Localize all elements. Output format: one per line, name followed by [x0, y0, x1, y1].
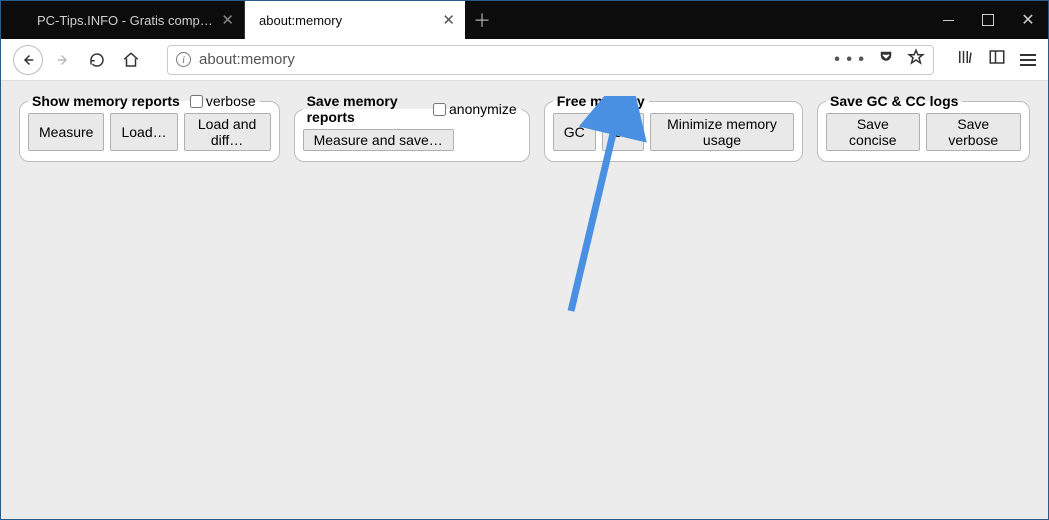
- page-actions-icon[interactable]: • • •: [834, 51, 865, 69]
- free-memory-legend-text: Free memory: [557, 93, 645, 109]
- nav-toolbar: i about:memory • • •: [1, 39, 1048, 81]
- free-memory-section: Free memory GC CC Minimize memory usage: [544, 93, 803, 162]
- verbose-checkbox-label[interactable]: verbose: [190, 93, 256, 109]
- load-button[interactable]: Load…: [110, 113, 177, 151]
- anonymize-checkbox[interactable]: [433, 103, 446, 116]
- verbose-label-text: verbose: [206, 93, 256, 109]
- urlbar-actions: • • •: [834, 48, 925, 71]
- save-memory-legend: Save memory reports anonymize: [303, 93, 521, 125]
- window-close-button[interactable]: ✕: [1008, 1, 1048, 39]
- show-memory-legend-text: Show memory reports: [32, 93, 180, 109]
- anonymize-checkbox-label[interactable]: anonymize: [433, 101, 517, 117]
- page-content: Show memory reports verbose Measure Load…: [1, 81, 1048, 519]
- home-icon: [122, 51, 140, 69]
- url-bar[interactable]: i about:memory • • •: [167, 45, 934, 75]
- tab-active-title: about:memory: [259, 13, 434, 28]
- arrow-left-icon: [19, 51, 37, 69]
- save-memory-section: Save memory reports anonymize Measure an…: [294, 93, 530, 162]
- tab-inactive[interactable]: PC-Tips.INFO - Gratis computer tip… ✕: [25, 1, 245, 39]
- save-verbose-button[interactable]: Save verbose: [926, 113, 1021, 151]
- site-info-icon[interactable]: i: [176, 52, 191, 67]
- minimize-memory-button[interactable]: Minimize memory usage: [650, 113, 794, 151]
- library-icon[interactable]: [956, 48, 974, 71]
- free-memory-legend: Free memory: [553, 93, 649, 109]
- window-controls: ✕: [928, 1, 1048, 39]
- close-tab-icon[interactable]: ✕: [221, 11, 234, 29]
- back-button[interactable]: [13, 45, 43, 75]
- anonymize-label-text: anonymize: [449, 101, 517, 117]
- new-tab-button[interactable]: ＋: [465, 1, 499, 39]
- home-button[interactable]: [117, 46, 145, 74]
- tab-active[interactable]: about:memory ✕: [245, 1, 465, 39]
- save-logs-legend-text: Save GC & CC logs: [830, 93, 958, 109]
- window-maximize-button[interactable]: [968, 1, 1008, 39]
- measure-button[interactable]: Measure: [28, 113, 104, 151]
- save-concise-button[interactable]: Save concise: [826, 113, 919, 151]
- url-text: about:memory: [199, 51, 826, 68]
- menu-button[interactable]: [1020, 54, 1036, 66]
- sidebar-icon[interactable]: [988, 48, 1006, 71]
- forward-button[interactable]: [49, 46, 77, 74]
- show-memory-section: Show memory reports verbose Measure Load…: [19, 93, 280, 162]
- tab-ghost-space: [1, 1, 25, 17]
- bookmark-star-icon[interactable]: [907, 48, 925, 71]
- window-minimize-button[interactable]: [928, 1, 968, 39]
- close-tab-icon[interactable]: ✕: [442, 11, 455, 29]
- save-memory-legend-text: Save memory reports: [307, 93, 423, 125]
- tab-strip: PC-Tips.INFO - Gratis computer tip… ✕ ab…: [1, 1, 1048, 39]
- pocket-icon[interactable]: [877, 48, 895, 71]
- gc-button[interactable]: GC: [553, 113, 596, 151]
- verbose-checkbox[interactable]: [190, 95, 203, 108]
- toolbar-right: [956, 48, 1036, 71]
- cc-button[interactable]: CC: [602, 113, 644, 151]
- save-logs-legend: Save GC & CC logs: [826, 93, 962, 109]
- tab-inactive-title: PC-Tips.INFO - Gratis computer tip…: [37, 13, 213, 28]
- measure-save-button[interactable]: Measure and save…: [303, 129, 454, 151]
- reload-icon: [88, 51, 106, 69]
- reload-button[interactable]: [83, 46, 111, 74]
- load-diff-button[interactable]: Load and diff…: [184, 113, 271, 151]
- arrow-right-icon: [54, 51, 72, 69]
- save-logs-section: Save GC & CC logs Save concise Save verb…: [817, 93, 1030, 162]
- show-memory-legend: Show memory reports verbose: [28, 93, 260, 109]
